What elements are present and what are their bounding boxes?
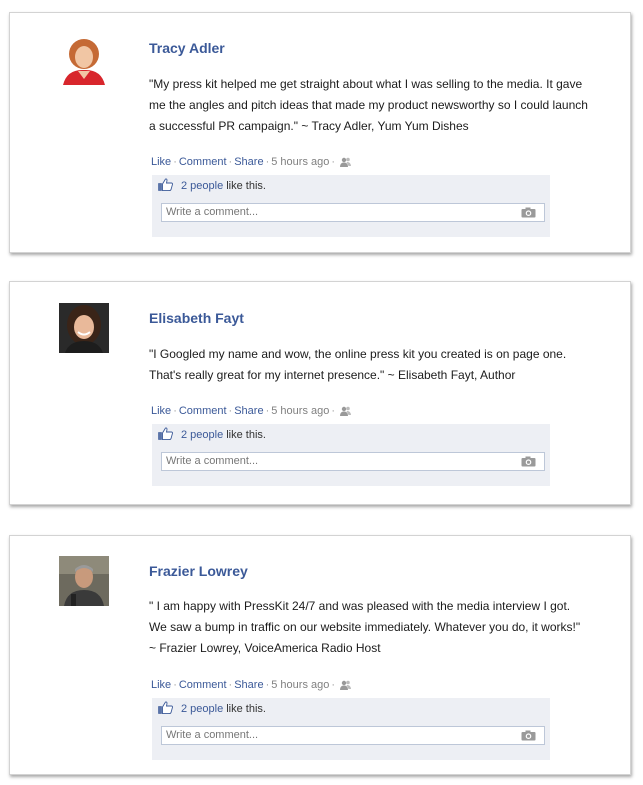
separator: · [331, 156, 336, 168]
action-bar: Like · Comment · Share · 5 hours ago · [151, 405, 352, 419]
comment-placeholder: Write a comment... [166, 729, 259, 741]
share-link[interactable]: Share [234, 679, 263, 691]
separator: · [265, 156, 270, 168]
avatar[interactable] [59, 556, 109, 606]
thumbs-up-icon [158, 178, 173, 194]
like-link[interactable]: Like [151, 405, 171, 417]
camera-icon[interactable] [521, 456, 536, 470]
testimonial-quote: " I am happy with PressKit 24/7 and was … [149, 599, 581, 655]
likes-count-link[interactable]: 2 people [181, 180, 223, 192]
action-bar: Like · Comment · Share · 5 hours ago · [151, 679, 352, 693]
likes-text: like this. [226, 180, 266, 192]
separator: · [265, 405, 270, 417]
separator: · [265, 679, 270, 691]
share-link[interactable]: Share [234, 156, 263, 168]
testimonial-card: Tracy Adler "My press kit helped me get … [9, 12, 631, 253]
people-icon[interactable] [340, 157, 352, 170]
separator: · [228, 679, 233, 691]
likes-count-link[interactable]: 2 people [181, 703, 223, 715]
timestamp[interactable]: 5 hours ago [271, 679, 329, 691]
likes-panel: 2 people like this. Write a comment... [152, 175, 550, 237]
timestamp[interactable]: 5 hours ago [271, 156, 329, 168]
comment-input[interactable]: Write a comment... [161, 726, 545, 745]
comment-input[interactable]: Write a comment... [161, 203, 545, 222]
comment-link[interactable]: Comment [179, 679, 227, 691]
people-icon[interactable] [340, 680, 352, 693]
separator: · [228, 156, 233, 168]
like-link[interactable]: Like [151, 679, 171, 691]
comment-link[interactable]: Comment [179, 405, 227, 417]
likes-text: like this. [226, 703, 266, 715]
author-name[interactable]: Tracy Adler [149, 40, 225, 56]
author-name[interactable]: Elisabeth Fayt [149, 310, 244, 326]
likes-row: 2 people like this. [152, 424, 550, 446]
testimonial-quote: "I Googled my name and wow, the online p… [149, 347, 567, 382]
action-bar: Like · Comment · Share · 5 hours ago · [151, 156, 352, 170]
separator: · [228, 405, 233, 417]
testimonial-quote: "My press kit helped me get straight abo… [149, 77, 588, 133]
comment-input[interactable]: Write a comment... [161, 452, 545, 471]
testimonial-card: Elisabeth Fayt "I Googled my name and wo… [9, 281, 631, 505]
likes-text: like this. [226, 429, 266, 441]
separator: · [173, 405, 177, 417]
separator: · [173, 156, 177, 168]
camera-icon[interactable] [521, 730, 536, 744]
share-link[interactable]: Share [234, 405, 263, 417]
separator: · [331, 405, 336, 417]
avatar[interactable] [59, 35, 109, 85]
camera-icon[interactable] [521, 207, 536, 221]
likes-panel: 2 people like this. Write a comment... [152, 424, 550, 486]
comment-placeholder: Write a comment... [166, 206, 259, 218]
like-link[interactable]: Like [151, 156, 171, 168]
author-name[interactable]: Frazier Lowrey [149, 563, 248, 579]
testimonial-card: Frazier Lowrey " I am happy with PressKi… [9, 535, 631, 775]
thumbs-up-icon [158, 427, 173, 443]
thumbs-up-icon [158, 701, 173, 717]
likes-panel: 2 people like this. Write a comment... [152, 698, 550, 760]
comment-placeholder: Write a comment... [166, 455, 259, 467]
likes-count-link[interactable]: 2 people [181, 429, 223, 441]
comment-link[interactable]: Comment [179, 156, 227, 168]
avatar[interactable] [59, 303, 109, 353]
separator: · [331, 679, 336, 691]
likes-row: 2 people like this. [152, 698, 550, 720]
separator: · [173, 679, 177, 691]
people-icon[interactable] [340, 406, 352, 419]
timestamp[interactable]: 5 hours ago [271, 405, 329, 417]
likes-row: 2 people like this. [152, 175, 550, 197]
